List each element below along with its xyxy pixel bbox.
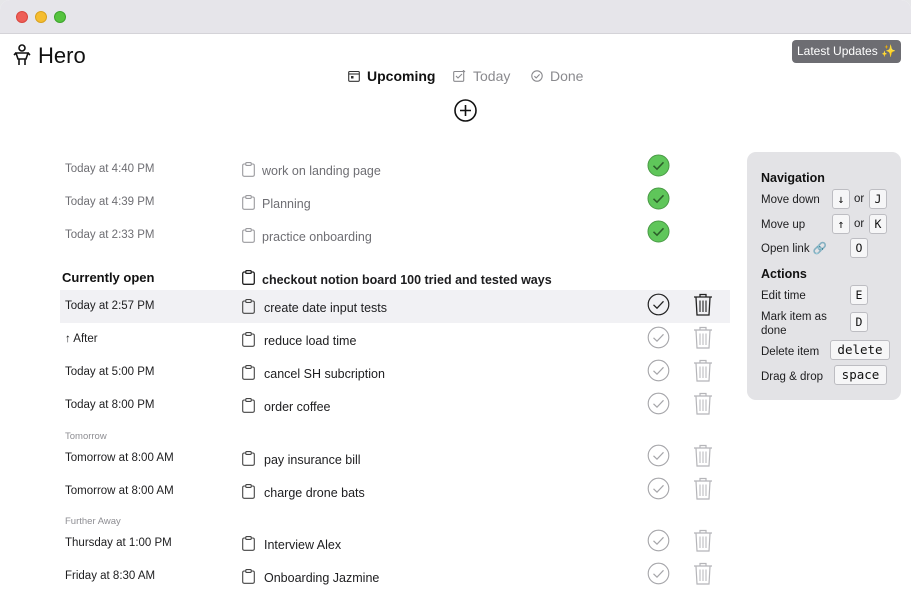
zoom-window-button[interactable]: [54, 11, 66, 23]
clipboard-icon: [242, 195, 255, 210]
current-task[interactable]: checkout notion board 100 tried and test…: [262, 273, 552, 287]
clipboard-icon: [242, 228, 255, 243]
open-link-label: Open link 🔗: [761, 243, 828, 255]
done-item-time: Today at 4:40 PM: [65, 163, 155, 175]
group-label-further-away: Further Away: [65, 516, 121, 527]
latest-updates-button[interactable]: Latest Updates ✨: [792, 40, 901, 63]
item-time: ↑ After: [65, 333, 98, 345]
done-check-icon[interactable]: [647, 154, 670, 177]
clipboard-icon: [242, 484, 255, 499]
key-delete: delete: [830, 340, 890, 360]
trash-icon[interactable]: [693, 359, 713, 382]
key-d: D: [850, 312, 868, 332]
tab-upcoming[interactable]: Upcoming: [348, 68, 435, 84]
key-e: E: [850, 285, 868, 305]
trash-icon[interactable]: [693, 477, 713, 500]
tab-done[interactable]: Done: [531, 68, 583, 84]
item-task[interactable]: charge drone bats: [264, 486, 365, 500]
item-time: Today at 5:00 PM: [65, 366, 155, 378]
clipboard-icon: [242, 332, 255, 347]
clipboard-icon: [242, 162, 255, 177]
clipboard-icon: [242, 299, 255, 314]
done-item-time: Today at 4:39 PM: [65, 196, 155, 208]
key-space: space: [834, 365, 887, 385]
move-up-label: Move up: [761, 219, 806, 231]
clipboard-icon: [242, 451, 255, 466]
check-circle-icon: [531, 70, 543, 82]
mark-done-icon[interactable]: [647, 326, 670, 349]
clipboard-icon: [242, 536, 255, 551]
title-bar: [0, 0, 911, 34]
item-task[interactable]: cancel SH subcription: [264, 367, 385, 381]
app-window: Hero Latest Updates ✨ Upcoming Today Don…: [0, 0, 911, 600]
or-text: or: [854, 193, 865, 205]
selected-row-highlight: [60, 290, 730, 323]
key-j: J: [869, 189, 887, 209]
item-task[interactable]: reduce load time: [264, 334, 356, 348]
trash-icon[interactable]: [693, 444, 713, 467]
tab-today[interactable]: Today: [453, 68, 510, 84]
key-o: O: [850, 238, 868, 258]
add-task-button[interactable]: [454, 99, 477, 122]
tab-today-label: Today: [473, 68, 511, 84]
trash-icon[interactable]: [693, 392, 713, 415]
currently-open-heading: Currently open: [62, 270, 155, 285]
done-check-icon[interactable]: [647, 220, 670, 243]
trash-icon[interactable]: [693, 326, 713, 349]
navigation-heading: Navigation: [761, 171, 825, 185]
mark-done-icon[interactable]: [647, 392, 670, 415]
trash-icon[interactable]: [693, 562, 713, 585]
clipboard-icon: [242, 365, 255, 380]
done-item-task[interactable]: Planning: [262, 197, 311, 211]
item-time: Thursday at 1:00 PM: [65, 537, 172, 549]
tab-upcoming-label: Upcoming: [367, 68, 436, 84]
mark-done-label: Mark item as done: [761, 311, 827, 337]
mark-done-icon[interactable]: [647, 477, 670, 500]
close-window-button[interactable]: [16, 11, 28, 23]
clipboard-icon: [242, 398, 255, 413]
item-time: Tomorrow at 8:00 AM: [65, 485, 174, 497]
trash-icon[interactable]: [693, 529, 713, 552]
or-text: or: [854, 218, 865, 230]
done-item-task[interactable]: work on landing page: [262, 164, 381, 178]
item-task[interactable]: pay insurance bill: [264, 453, 361, 467]
move-down-label: Move down: [761, 194, 820, 206]
item-time: Tomorrow at 8:00 AM: [65, 452, 174, 464]
clipboard-icon: [242, 569, 255, 584]
app-title: Hero: [38, 43, 86, 68]
group-label-tomorrow: Tomorrow: [65, 431, 107, 442]
item-task[interactable]: order coffee: [264, 400, 330, 414]
tab-done-label: Done: [550, 68, 584, 84]
clipboard-icon: [242, 270, 255, 285]
delete-item-label: Delete item: [761, 346, 820, 358]
mark-done-icon[interactable]: [647, 359, 670, 382]
done-item-time: Today at 2:33 PM: [65, 229, 155, 241]
item-time: Today at 2:57 PM: [65, 300, 155, 312]
item-task[interactable]: Interview Alex: [264, 538, 341, 552]
minimize-window-button[interactable]: [35, 11, 47, 23]
item-time: Today at 8:00 PM: [65, 399, 155, 411]
mark-done-icon[interactable]: [647, 562, 670, 585]
actions-heading: Actions: [761, 267, 807, 281]
hero-logo-icon: [13, 44, 31, 65]
key-down-arrow: ↓: [832, 189, 850, 209]
item-time: Friday at 8:30 AM: [65, 570, 156, 582]
mark-done-icon[interactable]: [647, 529, 670, 552]
key-k: K: [869, 214, 887, 234]
key-up-arrow: ↑: [832, 214, 850, 234]
item-task[interactable]: create date input tests: [264, 301, 387, 315]
done-check-icon[interactable]: [647, 187, 670, 210]
calendar-icon: [348, 70, 360, 82]
edit-time-label: Edit time: [761, 290, 806, 302]
mark-done-icon[interactable]: [647, 293, 670, 316]
mark-done-icon[interactable]: [647, 444, 670, 467]
drag-drop-label: Drag & drop: [761, 371, 824, 383]
item-task[interactable]: Onboarding Jazmine: [264, 571, 379, 585]
done-item-task[interactable]: practice onboarding: [262, 230, 372, 244]
shortcuts-panel: Navigation Move down ↓ or J Move up ↑ or…: [747, 152, 901, 400]
calendar-today-icon: [453, 70, 466, 82]
trash-icon[interactable]: [693, 293, 713, 316]
